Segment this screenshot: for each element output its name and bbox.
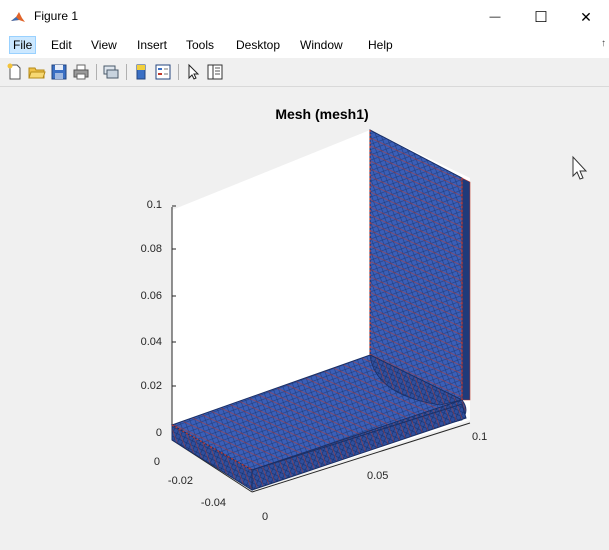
open-file-icon[interactable] (28, 63, 46, 81)
menu-overflow-icon[interactable]: ↑ (601, 38, 606, 49)
z-tick-2: 0.04 (141, 336, 162, 348)
z-tick-0: 0 (156, 427, 162, 439)
save-icon[interactable] (50, 63, 68, 81)
menu-help[interactable]: Help (368, 38, 393, 52)
menu-insert[interactable]: Insert (137, 38, 167, 52)
toolbar-separator (96, 64, 97, 80)
z-tick-5: 0.1 (147, 199, 162, 211)
z-tick-4: 0.08 (141, 243, 162, 255)
x-tick-0: 0 (262, 511, 268, 523)
mouse-cursor-icon (572, 155, 588, 180)
maximize-icon: ☐ (534, 9, 548, 26)
pointer-icon[interactable] (184, 63, 202, 81)
mesh-upright-side (461, 177, 471, 401)
new-figure-icon[interactable] (6, 63, 24, 81)
minimize-icon: — (489, 11, 501, 23)
toolbar-separator (178, 64, 179, 80)
legend-icon[interactable] (154, 63, 172, 81)
maximize-button[interactable]: ☐ (518, 0, 564, 34)
menu-view[interactable]: View (91, 38, 117, 52)
menu-desktop[interactable]: Desktop (236, 38, 280, 52)
toolbar-separator (126, 64, 127, 80)
x-tick-1: 0.05 (367, 470, 388, 482)
menu-edit[interactable]: Edit (51, 38, 72, 52)
z-tick-3: 0.06 (141, 290, 162, 302)
y-tick-0: 0 (154, 456, 160, 468)
title-bar: Figure 1 — ☐ ✕ (0, 0, 609, 34)
print-icon[interactable] (72, 63, 90, 81)
minimize-button[interactable]: — (472, 0, 518, 34)
property-inspector-icon[interactable] (206, 63, 224, 81)
colorbar-icon[interactable] (132, 63, 150, 81)
window-title: Figure 1 (34, 9, 79, 23)
x-tick-2: 0.1 (472, 431, 487, 443)
z-tick-1: 0.02 (141, 380, 162, 392)
mesh-plot[interactable]: Mesh (mesh1) 0 0.02 0.04 0.06 0.08 0.1 0… (0, 87, 609, 550)
close-icon: ✕ (580, 8, 592, 25)
figure-canvas[interactable]: Mesh (mesh1) 0 0.02 0.04 0.06 0.08 0.1 0… (0, 87, 609, 550)
y-tick-1: -0.02 (168, 475, 193, 487)
menu-file[interactable]: File (8, 36, 37, 54)
close-button[interactable]: ✕ (563, 0, 609, 34)
z-tick-labels: 0 0.02 0.04 0.06 0.08 0.1 (141, 199, 162, 439)
mesh-upright-front (369, 129, 463, 401)
matlab-logo-icon (10, 9, 26, 25)
menu-bar: File Edit View Insert Tools Desktop Wind… (0, 34, 609, 58)
y-tick-2: -0.04 (201, 497, 226, 509)
menu-window[interactable]: Window (300, 38, 343, 52)
plot-title: Mesh (mesh1) (275, 106, 368, 122)
toolbar (0, 58, 609, 87)
link-plot-icon[interactable] (102, 63, 120, 81)
menu-tools[interactable]: Tools (186, 38, 214, 52)
